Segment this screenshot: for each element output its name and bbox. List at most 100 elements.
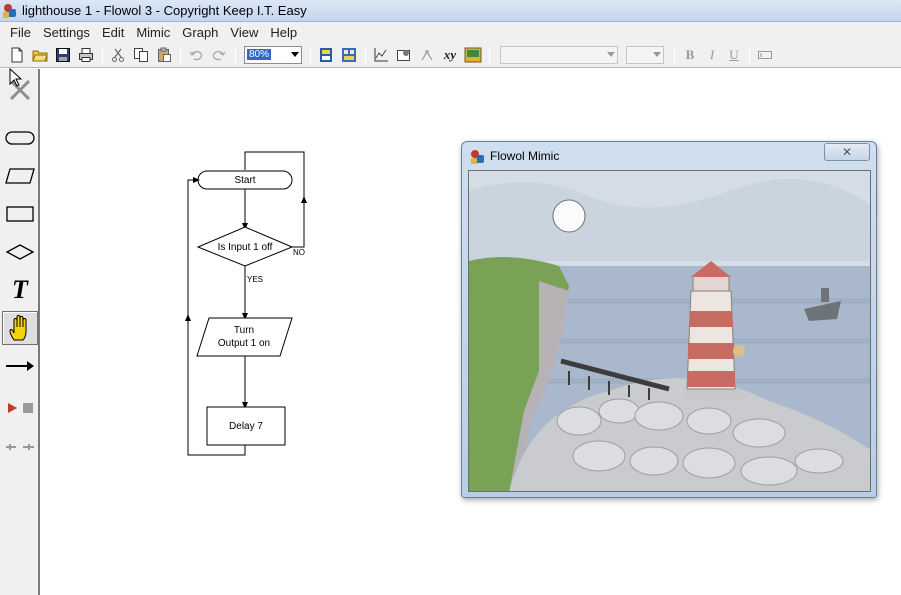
undo-button[interactable] [185,44,207,66]
text-tool-button[interactable]: T [2,273,38,307]
hand-pointer-icon [9,315,27,341]
copy-icon [134,47,148,62]
flowol-app-icon [470,149,486,165]
toolbar: 80% xy B I U [0,42,901,68]
zoom-select[interactable]: 80% [244,45,302,64]
parallelogram-shape-icon [5,168,35,184]
process-shape-button[interactable] [2,197,38,231]
underline-label: U [729,46,739,62]
menu-view[interactable]: View [224,25,264,40]
flowchart-step-icon [342,47,356,62]
step-button[interactable] [338,44,360,66]
menu-settings[interactable]: Settings [37,25,96,40]
zoom-value: 80% [247,49,272,60]
menu-file[interactable]: File [4,25,37,40]
flowol-app-icon [2,3,18,19]
new-file-button[interactable] [6,44,28,66]
menu-mimic[interactable]: Mimic [130,25,176,40]
flowchart-run-icon [320,47,332,62]
diamond-shape-icon [5,244,35,260]
start-label: Start [234,175,255,186]
toolbar-separator [749,45,750,64]
mouse-cursor-icon [9,68,23,87]
toolbar-separator [674,45,675,64]
text-tool-label: T [12,275,28,304]
paste-button[interactable] [153,44,175,66]
arrow-tool-button[interactable] [2,349,38,383]
scissors-icon [112,48,124,62]
input-output-shape-button[interactable] [2,159,38,193]
chevron-down-icon [605,47,617,63]
toolbar-separator [310,45,311,64]
close-icon: ✕ [841,145,853,159]
mimic-picture-icon [464,47,482,62]
title-bar: lighthouse 1 - Flowol 3 - Copyright Keep… [0,0,901,22]
step-controls-button[interactable] [2,430,38,464]
moon-lamp [552,199,586,233]
chevron-down-icon [289,47,301,63]
arrow-right-icon [6,361,34,371]
font-select[interactable] [500,45,618,64]
toolbar-separator [365,45,366,64]
underline-button[interactable]: U [723,44,745,66]
rectangle-shape-icon [6,206,34,222]
chevron-down-icon [651,47,663,63]
redo-button[interactable] [208,44,230,66]
text-box-button[interactable] [754,44,776,66]
xy-label: xy [443,46,457,62]
run-flowchart-button[interactable] [315,44,337,66]
cut-button[interactable] [107,44,129,66]
xy-button[interactable]: xy [439,44,461,66]
symbol-palette: T [0,69,40,595]
output-symbol[interactable] [196,317,293,357]
toolbar-separator [180,45,181,64]
print-button[interactable] [75,44,97,66]
toolbar-separator [102,45,103,64]
new-file-icon [11,47,23,62]
terminator-shape-icon [5,131,35,145]
output-label-line1: Turn [234,325,254,336]
lighthouse-scene-picture [469,171,870,491]
bold-label: B [685,46,695,62]
bold-button[interactable]: B [679,44,701,66]
italic-button[interactable]: I [701,44,723,66]
menu-help[interactable]: Help [264,25,303,40]
paste-clipboard-icon [158,47,171,62]
decision-label: Is Input 1 off [218,242,273,253]
decision-shape-button[interactable] [2,235,38,269]
step-controls-icon [6,444,34,450]
toolbar-separator [489,45,490,64]
properties-button[interactable] [393,44,415,66]
menu-graph[interactable]: Graph [176,25,224,40]
copy-button[interactable] [130,44,152,66]
mimic-scene [468,170,871,492]
window-title: lighthouse 1 - Flowol 3 - Copyright Keep… [22,3,307,18]
save-disk-icon [56,47,70,62]
redo-arrow-icon [212,50,226,60]
menu-edit[interactable]: Edit [96,25,130,40]
save-button[interactable] [52,44,74,66]
mimic-close-button[interactable]: ✕ [824,143,870,161]
mimic-title: Flowol Mimic [490,149,560,163]
no-label: NO [293,248,305,257]
hand-tool-button[interactable] [2,311,38,345]
play-stop-icon [8,403,33,413]
connect-tool-button[interactable] [416,44,438,66]
delay-label: Delay 7 [229,421,263,432]
properties-gear-icon [397,49,410,61]
open-file-button[interactable] [29,44,51,66]
open-folder-icon [32,50,48,61]
toolbar-separator [235,45,236,64]
graph-chart-icon [374,47,388,61]
printer-icon [79,47,93,62]
mimic-window[interactable]: Flowol Mimic ✕ [461,141,877,498]
font-size-select[interactable] [626,45,664,64]
flowchart-diagram: Start Is Input 1 off NO YES Turn Output … [185,151,307,456]
output-label-line2: Output 1 on [218,338,270,349]
italic-label: I [709,46,715,62]
mimic-button[interactable] [462,44,484,66]
start-stop-shape-button[interactable] [2,121,38,155]
undo-arrow-icon [189,50,203,60]
run-stop-buttons[interactable] [2,391,38,425]
graph-button[interactable] [370,44,392,66]
